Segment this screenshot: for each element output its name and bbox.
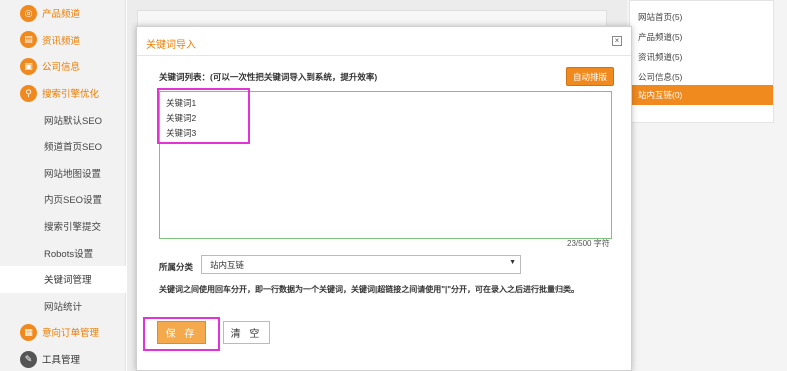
- sidebar-item-news[interactable]: ▤ 资讯频道: [0, 27, 126, 54]
- right-panel: 网站首页(5) 产品频道(5) 资讯频道(5) 公司信息(5) 站内互链(0): [627, 0, 787, 371]
- sidebar-item-label: 搜索引擎优化: [42, 89, 100, 101]
- sidebar-subitem[interactable]: 内页SEO设置: [0, 186, 126, 213]
- sidebar-item-label: 工具管理: [42, 355, 81, 367]
- sidebar-item-seo[interactable]: ⚲ 搜索引擎优化: [0, 80, 126, 107]
- sidebar-item-products[interactable]: ◎ 产品频道: [0, 0, 126, 27]
- sidebar-subitem[interactable]: 网站统计: [0, 293, 126, 320]
- sidebar-subitem[interactable]: 网站默认SEO: [0, 106, 126, 133]
- category-list: 网站首页(5) 产品频道(5) 资讯频道(5) 公司信息(5) 站内互链(0): [628, 0, 774, 123]
- sidebar-subitem[interactable]: 搜索引擎提交: [0, 213, 126, 240]
- search-icon: ⚲: [20, 84, 37, 102]
- category-label: 所属分类: [159, 262, 194, 272]
- category-item[interactable]: 网站首页(5): [630, 7, 773, 27]
- category-item-active[interactable]: 站内互链(0): [628, 85, 773, 105]
- building-icon: ▣: [20, 57, 37, 75]
- sidebar-item-label: 意向订单管理: [42, 328, 100, 340]
- save-button[interactable]: 保 存: [157, 321, 206, 344]
- sidebar-item-label: 产品频道: [42, 9, 81, 21]
- dialog-title: 关键词导入: [146, 40, 196, 51]
- sidebar-subitem[interactable]: Robots设置: [0, 239, 126, 266]
- sidebar-item-company[interactable]: ▣ 公司信息: [0, 53, 126, 80]
- keyword-list-label: 关键词列表：(可以一次性把关键词导入到系统，提升效率): [159, 72, 378, 82]
- dialog-header: 关键词导入 ×: [137, 27, 631, 56]
- character-counter: 23/500 字符: [567, 239, 610, 248]
- auto-sort-button[interactable]: 自动排版: [566, 67, 614, 86]
- close-icon[interactable]: ×: [612, 36, 622, 46]
- sidebar-item-tools[interactable]: ✎ 工具管理: [0, 346, 126, 371]
- category-select-value: 站内互链: [210, 259, 245, 270]
- sidebar-item-label: 资讯频道: [42, 35, 81, 47]
- left-sidebar: ◎ 产品频道 ▤ 资讯频道 ▣ 公司信息 ⚲ 搜索引擎优化 网站默认SEO 频道…: [0, 0, 126, 371]
- keywords-highlight-box: [157, 88, 250, 144]
- order-icon: ▦: [20, 323, 37, 341]
- category-item[interactable]: 产品频道(5): [630, 27, 773, 47]
- target-icon: ◎: [20, 4, 37, 22]
- category-item[interactable]: 资讯频道(5): [630, 47, 773, 67]
- sidebar-item-label: 公司信息: [42, 62, 81, 74]
- sidebar-subitem-active[interactable]: 关键词管理: [0, 266, 126, 293]
- document-icon: ▤: [20, 31, 37, 49]
- category-select[interactable]: 站内互链 ▼: [201, 255, 521, 274]
- tools-icon: ✎: [20, 350, 37, 368]
- usage-note: 关键词之间使用回车分开，即一行数据为一个关键词，关键词|超链接之间请使用"|"分…: [159, 285, 580, 294]
- sidebar-subitem[interactable]: 网站地图设置: [0, 160, 126, 187]
- clear-button[interactable]: 清 空: [223, 321, 270, 344]
- sidebar-subitem[interactable]: 频道首页SEO: [0, 133, 126, 160]
- sidebar-item-orders[interactable]: ▦ 意向订单管理: [0, 319, 126, 346]
- category-item[interactable]: 公司信息(5): [630, 67, 773, 87]
- chevron-down-icon: ▼: [509, 259, 516, 266]
